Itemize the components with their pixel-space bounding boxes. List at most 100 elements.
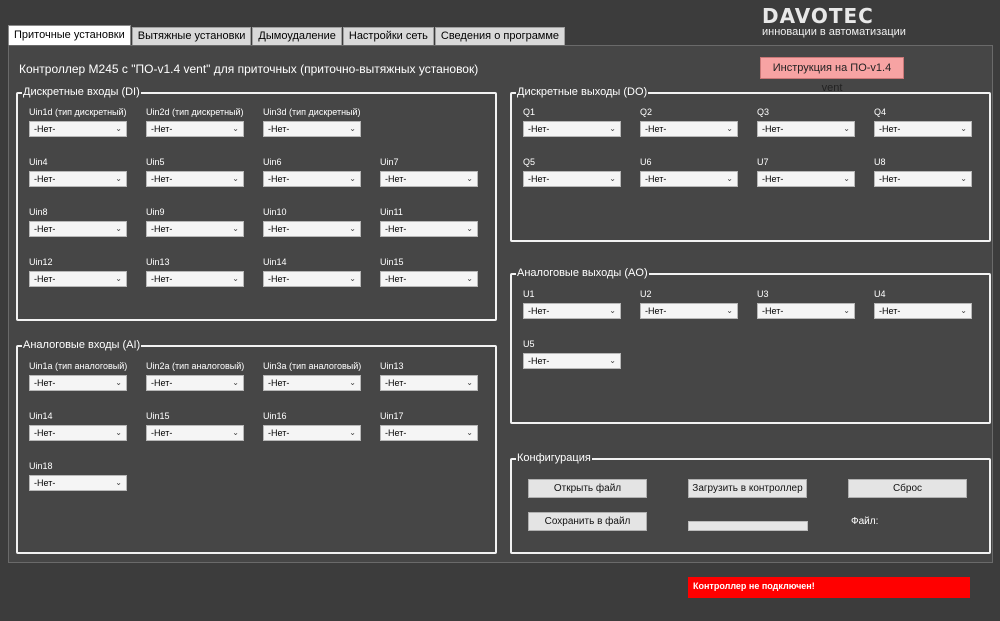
save-file-button[interactable]: Сохранить в файл [528, 512, 647, 531]
di-field: Uin7 -Нет- ⌄ [380, 157, 478, 187]
do-field: Q3 -Нет- ⌄ [757, 107, 855, 137]
ai-field: Uin17 -Нет- ⌄ [380, 411, 478, 441]
di-field: Uin12 -Нет- ⌄ [29, 257, 127, 287]
do-select[interactable]: -Нет- ⌄ [757, 121, 855, 137]
di-field: Uin4 -Нет- ⌄ [29, 157, 127, 187]
di-field: Uin3d (тип дискретный) -Нет- ⌄ [263, 107, 361, 137]
di-select[interactable]: -Нет- ⌄ [263, 121, 361, 137]
di-select[interactable]: -Нет- ⌄ [29, 171, 127, 187]
chevron-down-icon: ⌄ [843, 174, 850, 183]
di-select[interactable]: -Нет- ⌄ [29, 271, 127, 287]
do-select[interactable]: -Нет- ⌄ [757, 171, 855, 187]
di-select[interactable]: -Нет- ⌄ [263, 171, 361, 187]
di-select[interactable]: -Нет- ⌄ [380, 271, 478, 287]
reset-button[interactable]: Сброс [848, 479, 967, 498]
select-value: -Нет- [879, 306, 901, 316]
ao-field-label: U5 [523, 339, 535, 349]
ai-select[interactable]: -Нет- ⌄ [263, 375, 361, 391]
do-select[interactable]: -Нет- ⌄ [640, 171, 738, 187]
di-select[interactable]: -Нет- ⌄ [29, 221, 127, 237]
ai-select[interactable]: -Нет- ⌄ [29, 475, 127, 491]
config-group-title: Конфигурация [516, 452, 592, 465]
do-select[interactable]: -Нет- ⌄ [874, 121, 972, 137]
do-field-label: U6 [640, 157, 652, 167]
di-select[interactable]: -Нет- ⌄ [263, 271, 361, 287]
di-field-label: Uin8 [29, 207, 48, 217]
do-select[interactable]: -Нет- ⌄ [523, 171, 621, 187]
upload-to-controller-button[interactable]: Загрузить в контроллер [688, 479, 807, 498]
di-select[interactable]: -Нет- ⌄ [380, 171, 478, 187]
ao-field-label: U3 [757, 289, 769, 299]
select-value: -Нет- [528, 356, 550, 366]
do-group-title: Дискретные выходы (DO) [516, 86, 649, 99]
select-value: -Нет- [762, 124, 784, 134]
ao-field-label: U1 [523, 289, 535, 299]
open-file-button[interactable]: Открыть файл [528, 479, 647, 498]
tab-supply-units[interactable]: Приточные установки [8, 25, 131, 45]
chevron-down-icon: ⌄ [232, 224, 239, 233]
di-select[interactable]: -Нет- ⌄ [146, 171, 244, 187]
chevron-down-icon: ⌄ [115, 274, 122, 283]
select-value: -Нет- [762, 174, 784, 184]
chevron-down-icon: ⌄ [232, 124, 239, 133]
di-select[interactable]: -Нет- ⌄ [146, 271, 244, 287]
chevron-down-icon: ⌄ [349, 174, 356, 183]
ao-select[interactable]: -Нет- ⌄ [640, 303, 738, 319]
tab-smoke-removal[interactable]: Дымоудаление [252, 27, 342, 45]
ao-select[interactable]: -Нет- ⌄ [757, 303, 855, 319]
select-value: -Нет- [34, 274, 56, 284]
ai-select[interactable]: -Нет- ⌄ [380, 425, 478, 441]
ao-select[interactable]: -Нет- ⌄ [874, 303, 972, 319]
select-value: -Нет- [34, 428, 56, 438]
ai-field: Uin15 -Нет- ⌄ [146, 411, 244, 441]
di-field-label: Uin10 [263, 207, 287, 217]
di-field: Uin6 -Нет- ⌄ [263, 157, 361, 187]
select-value: -Нет- [385, 224, 407, 234]
di-select[interactable]: -Нет- ⌄ [29, 121, 127, 137]
ai-field: Uin3a (тип аналоговый) -Нет- ⌄ [263, 361, 361, 391]
di-select[interactable]: -Нет- ⌄ [263, 221, 361, 237]
di-select[interactable]: -Нет- ⌄ [146, 221, 244, 237]
chevron-down-icon: ⌄ [960, 174, 967, 183]
do-field-label: Q4 [874, 107, 887, 117]
tab-network-settings[interactable]: Настройки сеть [342, 27, 434, 45]
di-select[interactable]: -Нет- ⌄ [146, 121, 244, 137]
ai-field-label: Uin15 [146, 411, 170, 421]
ai-field-label: Uin2a (тип аналоговый) [146, 361, 245, 371]
do-select[interactable]: -Нет- ⌄ [523, 121, 621, 137]
do-select[interactable]: -Нет- ⌄ [874, 171, 972, 187]
select-value: -Нет- [34, 224, 56, 234]
select-value: -Нет- [528, 174, 550, 184]
ai-field: Uin16 -Нет- ⌄ [263, 411, 361, 441]
select-value: -Нет- [268, 124, 290, 134]
ai-select[interactable]: -Нет- ⌄ [380, 375, 478, 391]
select-value: -Нет- [645, 306, 667, 316]
chevron-down-icon: ⌄ [609, 174, 616, 183]
ao-select[interactable]: -Нет- ⌄ [523, 303, 621, 319]
di-field: Uin2d (тип дискретный) -Нет- ⌄ [146, 107, 244, 137]
di-field: Uin1d (тип дискретный) -Нет- ⌄ [29, 107, 127, 137]
ai-select[interactable]: -Нет- ⌄ [29, 375, 127, 391]
ai-select[interactable]: -Нет- ⌄ [146, 375, 244, 391]
di-select[interactable]: -Нет- ⌄ [380, 221, 478, 237]
ai-select[interactable]: -Нет- ⌄ [146, 425, 244, 441]
ao-field: U3 -Нет- ⌄ [757, 289, 855, 319]
do-select[interactable]: -Нет- ⌄ [640, 121, 738, 137]
tab-about[interactable]: Сведения о программе [434, 27, 566, 45]
ao-select[interactable]: -Нет- ⌄ [523, 353, 621, 369]
do-field-label: Q1 [523, 107, 536, 117]
instruction-button[interactable]: Инструкция на ПО-v1.4 vent [760, 57, 904, 94]
ai-field-label: Uin16 [263, 411, 287, 421]
chevron-down-icon: ⌄ [349, 428, 356, 437]
ao-field-label: U4 [874, 289, 886, 299]
di-field: Uin8 -Нет- ⌄ [29, 207, 127, 237]
ai-select[interactable]: -Нет- ⌄ [29, 425, 127, 441]
chevron-down-icon: ⌄ [466, 428, 473, 437]
select-value: -Нет- [268, 378, 290, 388]
ai-select[interactable]: -Нет- ⌄ [263, 425, 361, 441]
chevron-down-icon: ⌄ [115, 124, 122, 133]
do-field: U8 -Нет- ⌄ [874, 157, 972, 187]
tab-exhaust-units[interactable]: Вытяжные установки [131, 27, 252, 45]
di-field-label: Uin6 [263, 157, 282, 167]
chevron-down-icon: ⌄ [232, 174, 239, 183]
